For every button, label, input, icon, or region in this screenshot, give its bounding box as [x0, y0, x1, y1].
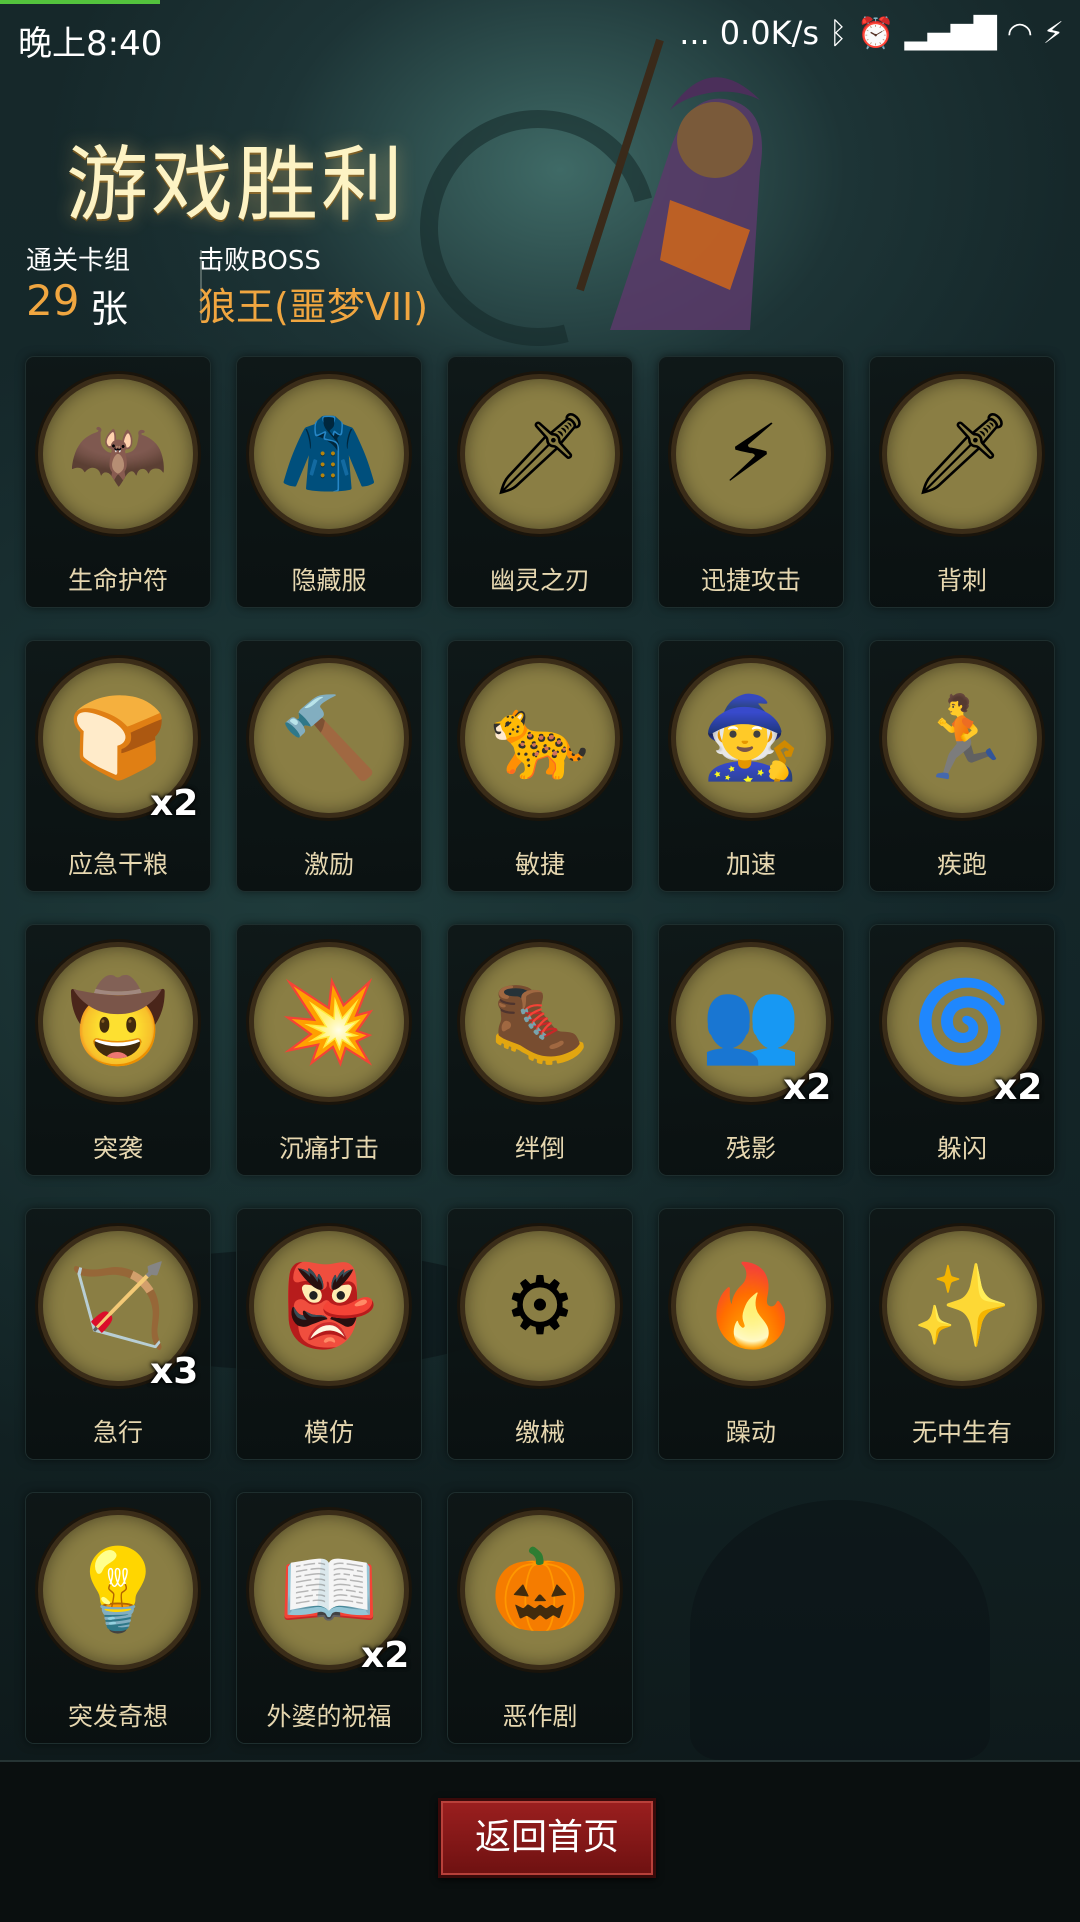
card-count-badge: x2 — [361, 1635, 410, 1676]
card-art: 🦇 — [43, 379, 193, 529]
card-art: 👺 — [254, 1231, 404, 1381]
deck-card[interactable]: 🧙 加速 — [659, 641, 843, 891]
card-name: 急行 — [92, 1418, 143, 1447]
afterimage-icon: 👥 — [701, 975, 801, 1068]
cloak-icon: 🧥 — [279, 407, 379, 500]
bat-icon: 🦇 — [68, 407, 168, 500]
raid-icon: 🤠 — [68, 975, 168, 1068]
card-name: 恶作剧 — [502, 1702, 578, 1731]
something-from-nothing-icon: ✨ — [912, 1259, 1012, 1352]
goblin-icon: 👺 — [279, 1259, 379, 1352]
panther-icon: 🐆 — [490, 691, 590, 784]
card-art: ⚡ — [676, 379, 826, 529]
card-name: 迅捷攻击 — [700, 566, 801, 595]
card-count-badge: x2 — [994, 1067, 1043, 1108]
card-name: 应急干粮 — [67, 850, 168, 879]
dodge-icon: 🌀 — [912, 975, 1012, 1068]
card-name: 沉痛打击 — [278, 1134, 379, 1163]
blade-icon: 🗡 — [489, 407, 591, 500]
deck-card[interactable]: 🏃 疾跑 — [870, 641, 1054, 891]
card-name: 突袭 — [92, 1134, 143, 1163]
card-name: 无中生有 — [911, 1418, 1012, 1447]
return-home-button[interactable]: 返回首页 — [438, 1798, 656, 1878]
trip-icon: 🥾 — [490, 975, 590, 1068]
deck-card[interactable]: 🗡 背刺 — [870, 357, 1054, 607]
grandma-icon: 📖 — [279, 1543, 379, 1636]
card-name: 躲闪 — [936, 1134, 987, 1163]
deck-card[interactable]: 🦇 生命护符 — [26, 357, 210, 607]
card-name: 隐藏服 — [291, 566, 367, 595]
deck-card[interactable]: 🤠 突袭 — [26, 925, 210, 1175]
deck-card[interactable]: 🔨 激励 — [237, 641, 421, 891]
card-art: 🏃 — [887, 663, 1037, 813]
deck-card[interactable]: 🥾 绊倒 — [448, 925, 632, 1175]
card-name: 生命护符 — [67, 566, 168, 595]
deck-card[interactable]: 🧥 隐藏服 — [237, 357, 421, 607]
card-name: 残影 — [725, 1134, 776, 1163]
card-count-badge: x2 — [150, 783, 199, 824]
deck-card[interactable]: 🗡 幽灵之刃 — [448, 357, 632, 607]
running-creature-icon: 🏃 — [912, 691, 1012, 784]
card-art: 🗡 — [887, 379, 1037, 529]
disarm-icon: ⚙ — [504, 1259, 576, 1352]
card-art: 🎃 — [465, 1515, 615, 1665]
card-name: 疾跑 — [936, 850, 987, 879]
card-art: ⚙ — [465, 1231, 615, 1381]
card-name: 加速 — [725, 850, 776, 879]
idea-icon: 💡 — [68, 1543, 168, 1636]
card-name: 背刺 — [936, 566, 987, 595]
card-art: 🗡 — [465, 379, 615, 529]
card-name: 模仿 — [303, 1418, 354, 1447]
card-art: 🥾 — [465, 947, 615, 1097]
card-count-badge: x2 — [783, 1067, 832, 1108]
card-art: 🤠 — [43, 947, 193, 1097]
deck-card[interactable]: 💡 突发奇想 — [26, 1493, 210, 1743]
card-name: 缴械 — [514, 1418, 565, 1447]
card-art: 🧙 — [676, 663, 826, 813]
deck-card[interactable]: 💥 沉痛打击 — [237, 925, 421, 1175]
card-name: 绊倒 — [514, 1134, 565, 1163]
card-name: 突发奇想 — [67, 1702, 168, 1731]
rations-icon: 🍞 — [68, 691, 168, 784]
hammer-icon: 🔨 — [279, 691, 379, 784]
deck-card[interactable]: ✨ 无中生有 — [870, 1209, 1054, 1459]
frenzy-icon: 🔥 — [701, 1259, 801, 1352]
deck-card[interactable]: ⚙ 缴械 — [448, 1209, 632, 1459]
card-count-badge: x3 — [150, 1351, 199, 1392]
card-name: 激励 — [303, 850, 354, 879]
deck-card[interactable]: 🍞 x2 应急干粮 — [26, 641, 210, 891]
card-art: ✨ — [887, 1231, 1037, 1381]
card-name: 幽灵之刃 — [489, 566, 590, 595]
prank-icon: 🎃 — [490, 1543, 590, 1636]
card-name: 外婆的祝福 — [266, 1702, 392, 1731]
card-name: 敏捷 — [514, 850, 565, 879]
card-art: 🔨 — [254, 663, 404, 813]
deck-card[interactable]: 🐆 敏捷 — [448, 641, 632, 891]
card-art: 💥 — [254, 947, 404, 1097]
deck-card[interactable]: 👺 模仿 — [237, 1209, 421, 1459]
backstab-icon: 🗡 — [911, 407, 1013, 500]
card-art: 🧥 — [254, 379, 404, 529]
card-art: 🐆 — [465, 663, 615, 813]
heavy-blow-icon: 💥 — [279, 975, 379, 1068]
card-art: 🔥 — [676, 1231, 826, 1381]
swift-strike-icon: ⚡ — [722, 407, 780, 500]
deck-card[interactable]: ⚡ 迅捷攻击 — [659, 357, 843, 607]
deck-card[interactable]: 👥 x2 残影 — [659, 925, 843, 1175]
deck-card[interactable]: 🔥 躁动 — [659, 1209, 843, 1459]
card-grid: 🦇 生命护符 🧥 隐藏服 🗡 幽灵之刃 ⚡ 迅捷攻击 🗡 背刺 🍞 x2 应急干粮 🔨 激励 🐆 敏捷 🧙 加速 🏃 疾… — [0, 0, 1080, 1920]
deck-card[interactable]: 🎃 恶作剧 — [448, 1493, 632, 1743]
witch-icon: 🧙 — [701, 691, 801, 784]
card-name: 躁动 — [725, 1418, 776, 1447]
deck-card[interactable]: 🌀 x2 躲闪 — [870, 925, 1054, 1175]
rush-icon: 🏹 — [68, 1259, 168, 1352]
deck-card[interactable]: 📖 x2 外婆的祝福 — [237, 1493, 421, 1743]
card-art: 💡 — [43, 1515, 193, 1665]
deck-card[interactable]: 🏹 x3 急行 — [26, 1209, 210, 1459]
